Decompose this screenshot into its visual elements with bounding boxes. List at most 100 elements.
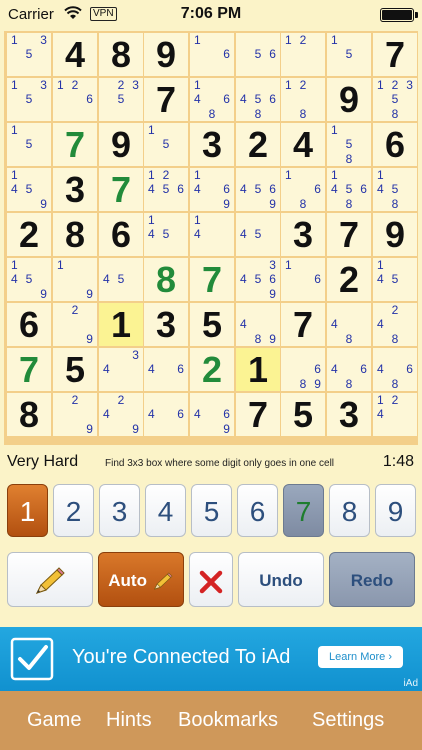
pencil-button[interactable] [7, 552, 93, 607]
digit-button-5[interactable]: 5 [191, 484, 232, 537]
sudoku-cell-notes[interactable]: 29 [53, 393, 97, 436]
sudoku-cell-notes[interactable]: 126 [53, 78, 97, 121]
sudoku-cell-given[interactable]: 6 [373, 123, 417, 166]
sudoku-cell-given[interactable]: 7 [7, 348, 51, 391]
sudoku-cell-given[interactable]: 2 [327, 258, 371, 301]
sudoku-cell-notes[interactable]: 158 [327, 123, 371, 166]
sudoku-cell-notes[interactable]: 14568 [327, 168, 371, 211]
sudoku-cell-given[interactable]: 7 [190, 258, 234, 301]
undo-button[interactable]: Undo [238, 552, 324, 607]
sudoku-cell-given[interactable]: 8 [144, 258, 188, 301]
digit-button-7[interactable]: 7 [283, 484, 324, 537]
tab-hints[interactable]: Hints [106, 709, 152, 732]
sudoku-cell-notes[interactable]: 56 [236, 33, 280, 76]
digit-button-4[interactable]: 4 [145, 484, 186, 537]
redo-button[interactable]: Redo [329, 552, 415, 607]
sudoku-cell-given[interactable]: 3 [53, 168, 97, 211]
sudoku-cell-given[interactable]: 9 [327, 78, 371, 121]
sudoku-cell-given[interactable]: 6 [99, 213, 143, 256]
sudoku-cell-given[interactable]: 3 [144, 303, 188, 346]
sudoku-cell-notes[interactable]: 4 69 [190, 393, 234, 436]
sudoku-cell-notes[interactable]: 16 [281, 258, 325, 301]
sudoku-cell-notes[interactable]: 1458 [373, 168, 417, 211]
sudoku-cell-notes[interactable]: 15 [327, 33, 371, 76]
digit-button-6[interactable]: 6 [237, 484, 278, 537]
sudoku-cell-notes[interactable]: 15 [144, 123, 188, 166]
sudoku-cell-notes[interactable]: 16 [190, 33, 234, 76]
sudoku-cell-notes[interactable]: 12358 [373, 78, 417, 121]
sudoku-cell-given[interactable]: 6 [7, 303, 51, 346]
sudoku-cell-notes[interactable]: 12456 [144, 168, 188, 211]
sudoku-cell-given[interactable]: 1 [236, 348, 280, 391]
sudoku-cell-given[interactable]: 2 [236, 123, 280, 166]
sudoku-cell-notes[interactable]: 14 [190, 213, 234, 256]
sudoku-cell-notes[interactable]: 3 4569 [236, 258, 280, 301]
sudoku-cell-given[interactable]: 7 [236, 393, 280, 436]
sudoku-cell-given[interactable]: 3 [281, 213, 325, 256]
tab-game[interactable]: Game [27, 709, 81, 732]
sudoku-cell-notes[interactable]: 1 68 [281, 168, 325, 211]
sudoku-cell-given[interactable]: 9 [144, 33, 188, 76]
digit-button-8[interactable]: 8 [329, 484, 370, 537]
sudoku-cell-notes[interactable]: 45 [236, 213, 280, 256]
digit-button-9[interactable]: 9 [375, 484, 416, 537]
sudoku-cell-given[interactable]: 5 [190, 303, 234, 346]
sudoku-cell-notes[interactable]: 153 [7, 78, 51, 121]
sudoku-cell-given[interactable]: 2 [190, 348, 234, 391]
sudoku-cell-notes[interactable]: 4 68 [327, 348, 371, 391]
sudoku-cell-given[interactable]: 8 [53, 213, 97, 256]
sudoku-cell-notes[interactable]: 4569 [236, 168, 280, 211]
sudoku-cell-notes[interactable]: 124 [373, 393, 417, 436]
sudoku-cell-given[interactable]: 1 [99, 303, 143, 346]
sudoku-cell-given[interactable]: 5 [53, 348, 97, 391]
sudoku-cell-notes[interactable]: 4 68 [373, 348, 417, 391]
sudoku-cell-notes[interactable]: 29 [53, 303, 97, 346]
sudoku-cell-notes[interactable]: 4568 [236, 78, 280, 121]
sudoku-cell-notes[interactable]: 14 69 [190, 168, 234, 211]
sudoku-cell-notes[interactable]: 14 68 [190, 78, 234, 121]
sudoku-cell-given[interactable]: 7 [281, 303, 325, 346]
sudoku-cell-given[interactable]: 8 [99, 33, 143, 76]
sudoku-cell-notes[interactable]: 12 [281, 33, 325, 76]
sudoku-cell-given[interactable]: 9 [373, 213, 417, 256]
sudoku-cell-notes[interactable]: 12 8 [281, 78, 325, 121]
sudoku-cell-notes[interactable]: 1459 [7, 168, 51, 211]
sudoku-cell-notes[interactable]: 1459 [7, 258, 51, 301]
sudoku-cell-given[interactable]: 4 [281, 123, 325, 166]
digit-button-3[interactable]: 3 [99, 484, 140, 537]
sudoku-cell-given[interactable]: 8 [7, 393, 51, 436]
sudoku-cell-given[interactable]: 3 [190, 123, 234, 166]
erase-button[interactable] [189, 552, 233, 607]
sudoku-cell-given[interactable]: 4 [53, 33, 97, 76]
sudoku-cell-notes[interactable]: 489 [236, 303, 280, 346]
sudoku-cell-given[interactable]: 7 [53, 123, 97, 166]
digit-button-2[interactable]: 2 [53, 484, 94, 537]
learn-more-button[interactable]: Learn More › [318, 646, 403, 668]
sudoku-cell-given[interactable]: 2 [7, 213, 51, 256]
sudoku-cell-given[interactable]: 7 [327, 213, 371, 256]
sudoku-cell-notes[interactable]: 46 [144, 393, 188, 436]
auto-button[interactable]: Auto [98, 552, 184, 607]
sudoku-cell-notes[interactable]: 689 [281, 348, 325, 391]
sudoku-cell-notes[interactable]: 153 [7, 33, 51, 76]
sudoku-cell-notes[interactable]: 48 [327, 303, 371, 346]
sudoku-cell-given[interactable]: 7 [99, 168, 143, 211]
sudoku-cell-notes[interactable]: 34 [99, 348, 143, 391]
tab-bookmarks[interactable]: Bookmarks [178, 709, 278, 732]
sudoku-cell-notes[interactable]: 235 [99, 78, 143, 121]
sudoku-cell-notes[interactable]: 19 [53, 258, 97, 301]
sudoku-cell-notes[interactable]: 15 [7, 123, 51, 166]
sudoku-cell-notes[interactable]: 24 9 [99, 393, 143, 436]
sudoku-cell-notes[interactable]: 46 [144, 348, 188, 391]
sudoku-cell-notes[interactable]: 45 [99, 258, 143, 301]
sudoku-cell-notes[interactable]: 145 [144, 213, 188, 256]
digit-button-1[interactable]: 1 [7, 484, 48, 537]
sudoku-cell-given[interactable]: 7 [144, 78, 188, 121]
ad-banner[interactable]: You're Connected To iAd Learn More › iAd [0, 627, 422, 691]
sudoku-cell-given[interactable]: 9 [99, 123, 143, 166]
sudoku-cell-given[interactable]: 5 [281, 393, 325, 436]
sudoku-cell-given[interactable]: 7 [373, 33, 417, 76]
sudoku-cell-notes[interactable]: 145 [373, 258, 417, 301]
sudoku-cell-notes[interactable]: 248 [373, 303, 417, 346]
tab-settings[interactable]: Settings [312, 709, 384, 732]
